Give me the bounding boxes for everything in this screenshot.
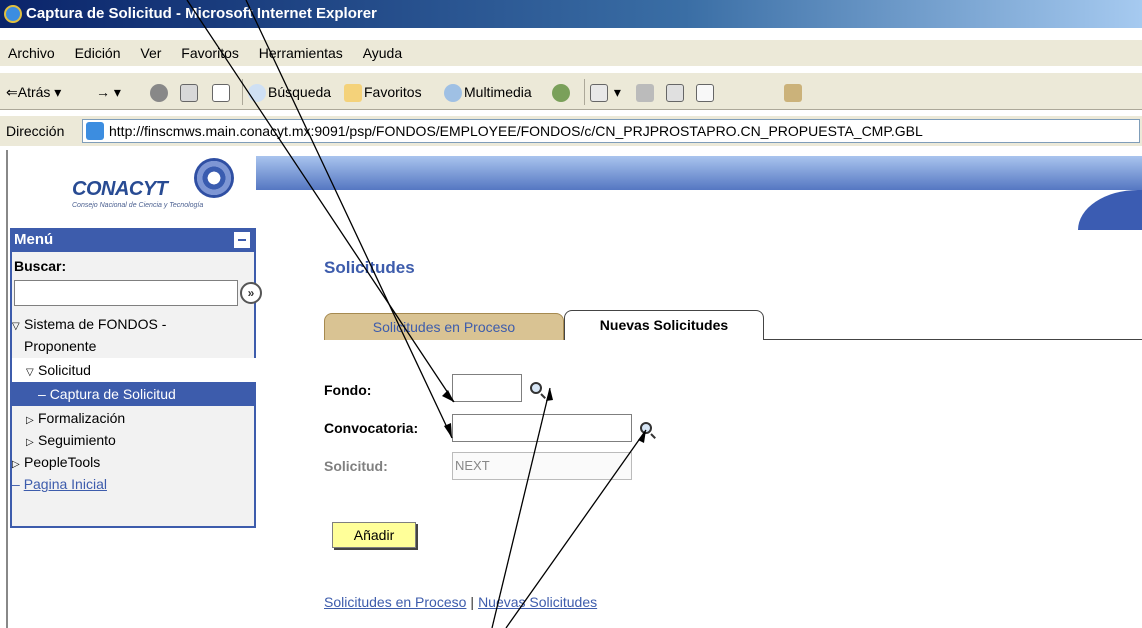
address-label: Dirección — [6, 123, 65, 139]
sidebar-item-captura-solicitud[interactable]: – Captura de Solicitud — [12, 382, 256, 406]
logo-text: CONACYT — [72, 178, 168, 200]
print-icon — [636, 84, 654, 103]
print-button[interactable] — [636, 81, 656, 103]
sidebar-item-solicitud[interactable]: ▽ Solicitud — [12, 358, 256, 382]
toolbar-separator — [242, 79, 243, 105]
page-title: Solicitudes — [324, 258, 415, 277]
search-input[interactable] — [14, 280, 238, 306]
page-icon — [86, 122, 104, 140]
banner-curve — [1078, 190, 1142, 230]
conacyt-logo: CONACYT Consejo Nacional de Ciencia y Te… — [68, 154, 256, 214]
tab-nuevas-solicitudes[interactable]: Nuevas Solicitudes — [564, 310, 764, 340]
link-nuevas-solicitudes[interactable]: Nuevas Solicitudes — [478, 594, 597, 610]
stop-icon — [150, 84, 168, 103]
menu-title: Menú — [14, 231, 54, 248]
link-solicitudes-en-proceso[interactable]: Solicitudes en Proceso — [324, 594, 466, 610]
messenger-button[interactable] — [784, 81, 804, 103]
link-separator: | — [470, 594, 475, 610]
history-icon — [552, 84, 570, 103]
page-content: CONACYT Consejo Nacional de Ciencia y Te… — [6, 150, 1142, 628]
convocatoria-input[interactable] — [452, 414, 632, 442]
menu-herramientas[interactable]: Herramientas — [251, 40, 351, 66]
home-button[interactable] — [212, 81, 232, 103]
sidebar-item-formalizacion[interactable]: ▷ Formalización — [12, 406, 256, 430]
edit-icon — [666, 84, 684, 103]
refresh-button[interactable] — [180, 81, 200, 103]
dash-icon: – — [12, 476, 24, 492]
solicitud-label: Solicitud: — [324, 458, 388, 474]
mail-icon — [590, 84, 608, 103]
address-input[interactable]: http://finscmws.main.conacyt.mx:9091/psp… — [82, 119, 1140, 143]
forward-button[interactable]: → ▾ — [96, 81, 121, 103]
refresh-icon — [180, 84, 198, 103]
back-button[interactable]: ⇐Atrás ▾ — [6, 81, 61, 103]
menu-edicion[interactable]: Edición — [67, 40, 129, 66]
history-button[interactable] — [552, 81, 572, 103]
window-title-bar: Captura de Solicitud - Microsoft Interne… — [0, 0, 1142, 28]
menu-favoritos[interactable]: Favoritos — [173, 40, 247, 66]
browser-toolbar: ⇐Atrás ▾ → ▾ Búsqueda Favoritos Multimed… — [0, 72, 1142, 110]
add-button[interactable]: Añadir — [332, 522, 416, 548]
home-icon — [212, 84, 230, 103]
menu-header: Menú — [10, 228, 256, 252]
multimedia-button[interactable]: Multimedia — [444, 81, 532, 103]
menu-ayuda[interactable]: Ayuda — [355, 40, 410, 66]
sidebar-item-sistema-fondos[interactable]: ▽ Sistema de FONDOS - — [12, 312, 256, 336]
fondo-input[interactable] — [452, 374, 522, 402]
bottom-links: Solicitudes en Proceso | Nuevas Solicitude… — [324, 594, 597, 610]
forward-arrow-icon: → — [96, 84, 110, 100]
sidebar-item-pagina-inicial[interactable]: – Pagina Inicial — [12, 472, 256, 496]
solicitud-input: NEXT — [452, 452, 632, 480]
sidebar-item-peopletools[interactable]: ▷ PeopleTools — [12, 450, 256, 474]
banner-bar — [256, 156, 1142, 190]
mail-button[interactable]: ▾ — [590, 81, 621, 103]
menu-archivo[interactable]: Archivo — [0, 40, 63, 66]
tab-bar: Solicitudes en Proceso Nuevas Solicitude… — [324, 310, 1142, 340]
back-arrow-icon: ⇐ — [6, 84, 18, 100]
search-button[interactable]: Búsqueda — [248, 81, 331, 103]
multimedia-icon — [444, 84, 462, 103]
sidebar-item-proponente[interactable]: Proponente — [12, 334, 256, 358]
toolbar-separator — [584, 79, 585, 105]
logo-subtitle: Consejo Nacional de Ciencia y Tecnología — [72, 202, 204, 209]
discuss-icon — [696, 84, 714, 103]
window-title: Captura de Solicitud - Microsoft Interne… — [26, 5, 377, 22]
menu-bar: Archivo Edición Ver Favoritos Herramient… — [0, 40, 1142, 66]
search-go-icon[interactable]: » — [240, 282, 262, 304]
favorites-button[interactable]: Favoritos — [344, 81, 422, 103]
messenger-icon — [784, 84, 802, 103]
search-icon — [248, 84, 266, 103]
header-banner: CONACYT Consejo Nacional de Ciencia y Te… — [8, 150, 1142, 230]
sidebar-item-seguimiento[interactable]: ▷ Seguimiento — [12, 428, 256, 452]
collapse-icon[interactable] — [234, 232, 250, 248]
sidebar-menu: Menú Buscar: » ▽ Sistema de FONDOS - Prop… — [10, 228, 262, 528]
fondo-lookup-icon[interactable] — [530, 382, 548, 400]
discuss-button[interactable] — [696, 81, 716, 103]
address-bar: Dirección http://finscmws.main.conacyt.m… — [0, 116, 1142, 146]
tab-solicitudes-en-proceso[interactable]: Solicitudes en Proceso — [324, 313, 564, 340]
pagina-inicial-link[interactable]: Pagina Inicial — [24, 476, 107, 492]
dash-icon: – — [38, 386, 50, 402]
fondo-label: Fondo: — [324, 382, 372, 398]
search-label: Buscar: — [14, 258, 67, 274]
convocatoria-label: Convocatoria: — [324, 420, 419, 436]
convocatoria-lookup-icon[interactable] — [640, 422, 658, 440]
internet-explorer-icon — [4, 5, 22, 23]
address-url: http://finscmws.main.conacyt.mx:9091/psp… — [109, 123, 923, 139]
stop-button[interactable] — [150, 81, 170, 103]
favorites-icon — [344, 84, 362, 103]
edit-button[interactable] — [666, 81, 686, 103]
menu-body: Buscar: » ▽ Sistema de FONDOS - Proponent… — [10, 252, 262, 528]
logo-seal-icon — [194, 158, 234, 198]
menu-ver[interactable]: Ver — [132, 40, 169, 66]
